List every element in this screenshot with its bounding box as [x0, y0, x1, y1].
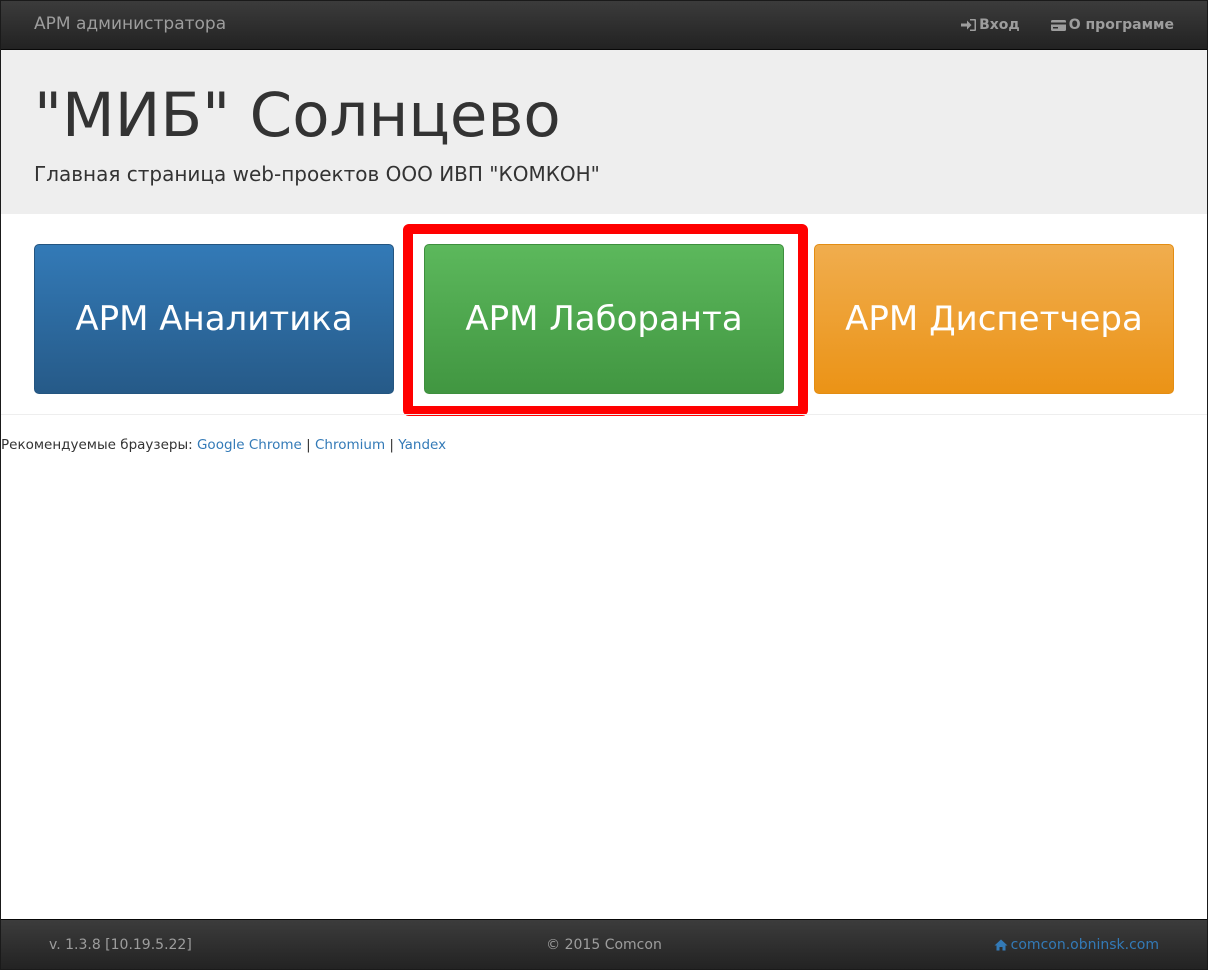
home-icon [994, 939, 1008, 951]
about-label: О программе [1068, 17, 1174, 33]
analyst-workstation-button[interactable]: АРМ Аналитика [34, 244, 394, 394]
site-link[interactable]: comcon.obninsk.com [994, 936, 1159, 954]
login-link[interactable]: Вход [961, 16, 1020, 34]
yandex-link[interactable]: Yandex [398, 437, 446, 453]
recommended-browsers: Рекомендуемые браузеры: Google Chrome | … [1, 436, 446, 454]
dispatcher-workstation-button[interactable]: АРМ Диспетчера [814, 244, 1174, 394]
chromium-link[interactable]: Chromium [315, 437, 385, 453]
page-title: "МИБ" Солнцево [34, 80, 561, 151]
navbar-right: Вход О программе [961, 16, 1174, 34]
separator: | [389, 437, 394, 453]
credit-card-icon [1050, 19, 1067, 32]
divider [1, 414, 1207, 415]
recommended-browsers-label: Рекомендуемые браузеры: [1, 437, 193, 453]
about-link[interactable]: О программе [1050, 16, 1174, 34]
google-chrome-link[interactable]: Google Chrome [197, 437, 302, 453]
log-in-icon [961, 18, 977, 32]
login-label: Вход [979, 17, 1020, 33]
navbar-brand[interactable]: АРМ администратора [34, 14, 226, 34]
navbar: АРМ администратора Вход О программе [0, 0, 1208, 50]
lab-assistant-workstation-button[interactable]: АРМ Лаборанта [424, 244, 784, 394]
footer: v. 1.3.8 [10.19.5.22] © 2015 Comcon comc… [0, 919, 1208, 970]
separator: | [306, 437, 311, 453]
page-subtitle: Главная страница web-проектов ООО ИВП "К… [34, 162, 600, 186]
site-link-label: comcon.obninsk.com [1010, 937, 1159, 953]
jumbotron: "МИБ" Солнцево Главная страница web-прое… [1, 50, 1207, 214]
